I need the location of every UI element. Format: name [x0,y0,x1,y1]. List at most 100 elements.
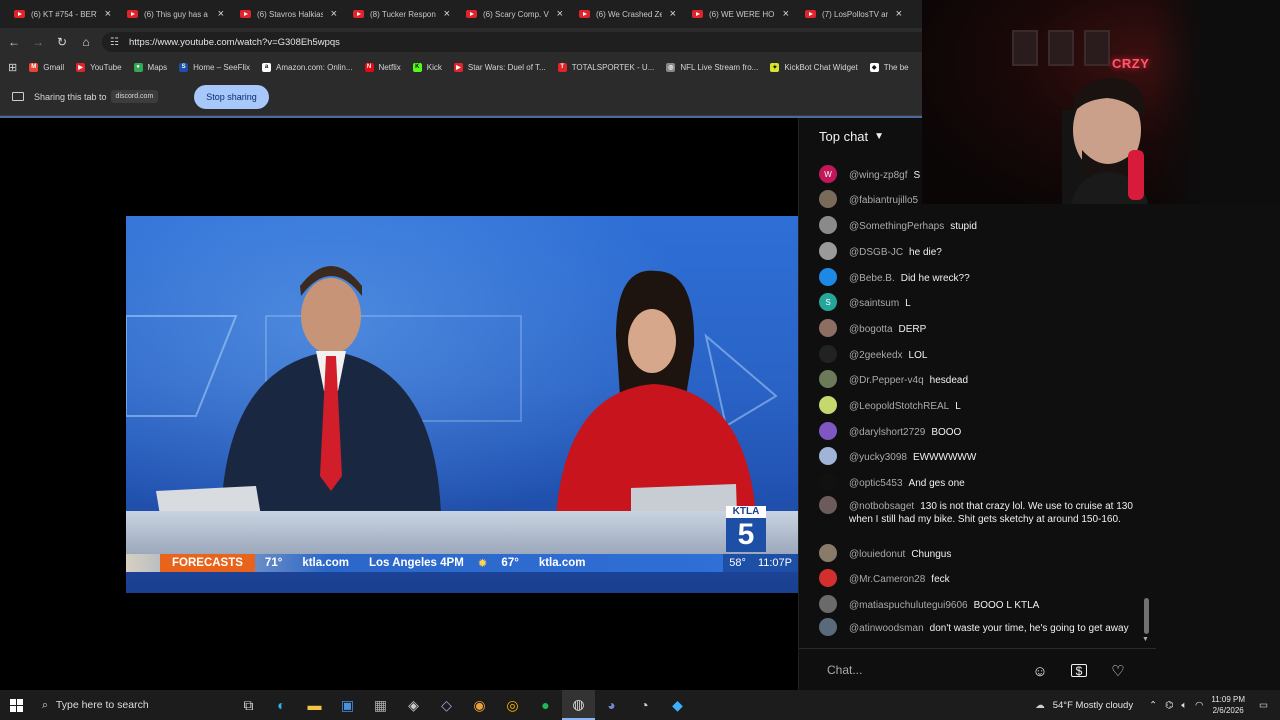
chat-message[interactable]: S @saintsum L [819,293,1141,311]
app-icon[interactable]: ◈ [397,690,430,720]
bookmark[interactable]: ◆ The be [869,62,909,72]
scroll-down-icon[interactable]: ▼ [1142,636,1149,643]
chat-author[interactable]: @LeopoldStotchREAL [849,401,949,412]
close-icon[interactable]: × [105,8,111,20]
chevron-up-icon[interactable]: ⌃ [1149,700,1157,711]
address-bar[interactable]: ☷ https://www.youtube.com/watch?v=G308Eh… [102,32,922,52]
browser-tab[interactable]: (6) WE WERE HOR × [684,0,797,28]
edge-icon[interactable]: ◐ [265,690,298,720]
close-icon[interactable]: × [444,8,450,20]
chat-message[interactable]: @yucky3098 EWWWWWW [819,447,1141,465]
browser-tab[interactable]: (6) Scary Comp. V × [458,0,571,28]
chat-message[interactable]: @Bebe.B. Did he wreck?? [819,268,1141,286]
chat-author[interactable]: @wing-zp8gf [849,170,908,181]
chat-author[interactable]: @fabiantrujillo5 [849,195,918,206]
close-icon[interactable]: × [896,8,902,20]
stop-sharing-button[interactable]: Stop sharing [194,84,269,109]
chat-message[interactable]: @Mr.Cameron28 feck [819,569,1141,587]
weather-icon[interactable]: ☁ [1035,700,1045,711]
chat-author[interactable]: @Mr.Cameron28 [849,574,925,585]
volume-icon[interactable]: 🔈︎ [1181,700,1187,711]
chat-message-list[interactable]: W @wing-zp8gf S @fabiantrujillo5 @SomethingP… [799,156,1157,646]
chat-author[interactable]: @matiaspuchulutegui9606 [849,600,968,611]
app-icon[interactable]: ◉ [463,690,496,720]
close-icon[interactable]: × [783,8,789,20]
chat-author[interactable]: @yucky3098 [849,452,907,463]
chat-author[interactable]: @Dr.Pepper-v4q [849,375,924,386]
heart-icon[interactable]: ♡ [1109,662,1127,680]
app-icon[interactable]: ◆ [661,690,694,720]
bookmark[interactable]: S Home – SeeFlix [179,62,250,72]
outlook-icon[interactable]: ▣ [331,690,364,720]
bookmark[interactable]: ● Maps [133,62,167,72]
bookmark[interactable]: M Gmail [29,62,64,72]
apps-icon[interactable]: ⊞ [8,61,17,74]
bookmark[interactable]: N Netflix [364,62,401,72]
chat-input[interactable]: Chat... ☺ $ ♡ [799,648,1157,690]
chrome-icon[interactable]: ◎ [496,690,529,720]
taskbar-search[interactable]: ⌕ Type here to search [32,690,232,720]
close-icon[interactable]: × [557,8,563,20]
home-icon[interactable]: ⌂ [78,34,94,50]
bookmark[interactable]: ◎ NFL Live Stream fro... [666,62,758,72]
back-icon[interactable]: ← [6,34,22,50]
browser-tab[interactable]: (6) This guy has a × [119,0,232,28]
chat-author[interactable]: @darylshort2729 [849,427,925,438]
bookmark[interactable]: a Amazon.com: Onlin... [262,62,353,72]
calculator-icon[interactable]: ▦ [364,690,397,720]
chat-message[interactable]: @2geekedx LOL [819,345,1141,363]
forward-icon[interactable]: → [30,34,46,50]
bookmark[interactable]: ▶ Star Wars: Duel of T... [453,62,546,72]
browser-tab[interactable]: (7) LosPollosTV ar × [797,0,910,28]
task-view-icon[interactable]: ⧉ [232,690,265,720]
chat-message[interactable]: @Dr.Pepper-v4q hesdead [819,370,1141,388]
notes-icon[interactable]: ◇ [430,690,463,720]
chat-message[interactable]: @LeopoldStotchREAL L [819,396,1141,414]
spotify-icon[interactable]: ● [529,690,562,720]
chat-author[interactable]: @atinwoodsman [849,623,924,634]
chat-message[interactable]: @notbobsaget 130 is not that crazy lol. W… [819,496,1141,526]
chat-author[interactable]: @2geekedx [849,350,903,361]
chat-author[interactable]: @bogotta [849,324,893,335]
bookmark[interactable]: K Kick [412,62,442,72]
chat-author[interactable]: @DSGB-JC [849,247,903,258]
chat-message[interactable]: @optic5453 And ges one [819,473,1141,491]
wifi-icon[interactable]: ◠ [1195,700,1203,711]
super-chat-icon[interactable]: $ [1071,664,1087,678]
steam-icon[interactable]: ◔ [628,690,661,720]
bookmark[interactable]: ✦ KickBot Chat Widget [770,62,858,72]
chat-author[interactable]: @louiedonut [849,549,905,560]
site-info-icon[interactable]: ☷ [110,37,119,48]
weather-text[interactable]: 54°F Mostly cloudy [1053,700,1133,711]
network-icon[interactable]: ⌬ [1165,700,1173,711]
clock[interactable]: 11:09 PM 2/6/2026 [1211,694,1245,716]
chat-message[interactable]: @matiaspuchulutegui9606 BOOO L KTLA [819,595,1141,613]
chat-message[interactable]: @DSGB-JC he die? [819,242,1141,260]
close-icon[interactable]: × [670,8,676,20]
chat-author[interactable]: @Bebe.B. [849,273,895,284]
notifications-icon[interactable]: ▭ [1259,700,1268,711]
close-icon[interactable]: × [331,8,337,20]
browser-tab[interactable]: (6) Stavros Halkias × [232,0,345,28]
close-icon[interactable]: × [218,8,224,20]
chat-scrollbar[interactable] [1144,598,1149,634]
obs-icon[interactable]: ◍ [562,690,595,720]
chat-message[interactable]: @bogotta DERP [819,319,1141,337]
video-frame[interactable]: KTLA 5 FORECASTS 71° ktla.com Los Angele… [126,216,798,593]
chat-author[interactable]: @saintsum [849,298,899,309]
reload-icon[interactable]: ↻ [54,34,70,50]
windows-start-icon[interactable] [0,690,32,720]
chat-author[interactable]: @notbobsaget [849,501,914,512]
browser-tab[interactable]: (6) We Crashed Ze × [571,0,684,28]
chat-message[interactable]: @atinwoodsman don't waste your time, he's… [819,618,1141,636]
chat-message[interactable]: @louiedonut Chungus [819,544,1141,562]
chat-message[interactable]: @darylshort2729 BOOO [819,422,1141,440]
discord-icon[interactable]: ◕ [595,690,628,720]
emoji-icon[interactable]: ☺ [1031,662,1049,680]
browser-tab[interactable]: (6) KT #754 - BERT × [6,0,119,28]
browser-tab[interactable]: (8) Tucker Respon × [345,0,458,28]
chat-author[interactable]: @SomethingPerhaps [849,221,944,232]
bookmark[interactable]: ▶ YouTube [76,62,122,72]
chat-message[interactable]: @SomethingPerhaps stupid [819,216,1141,234]
bookmark[interactable]: T TOTALSPORTEK - U... [557,62,654,72]
